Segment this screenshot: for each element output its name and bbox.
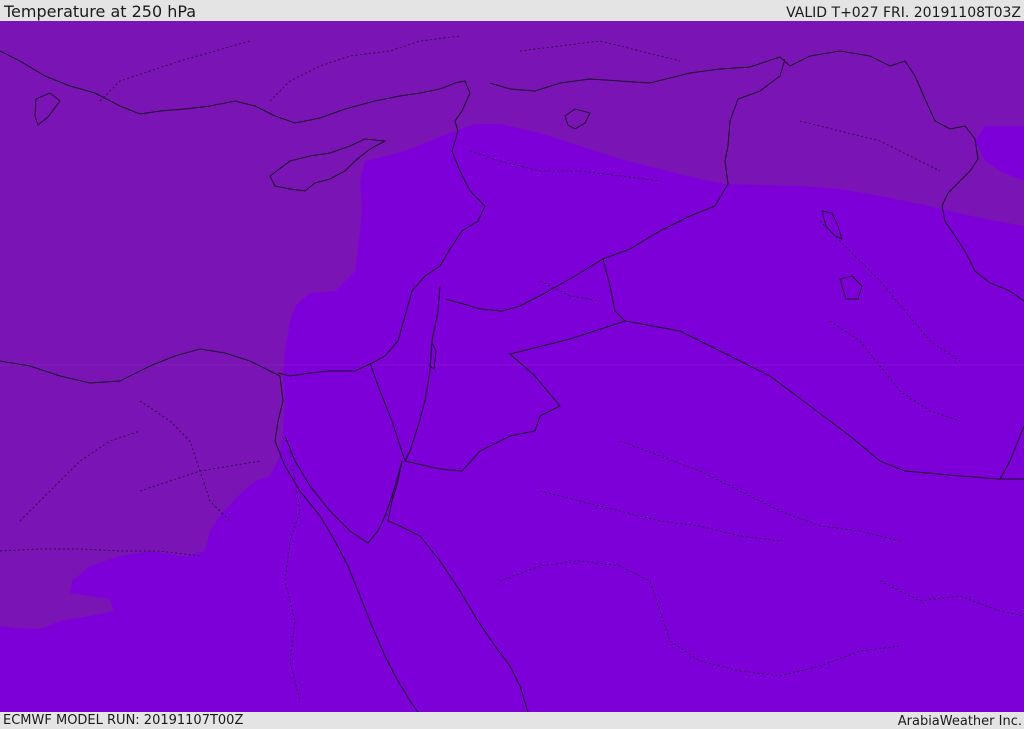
map-canvas xyxy=(0,21,1024,712)
map-title: Temperature at 250 hPa xyxy=(4,2,197,21)
credit-label: ArabiaWeather Inc. xyxy=(897,714,1022,729)
footer-bar: ECMWF MODEL RUN: 20191107T00Z ArabiaWeat… xyxy=(0,712,1024,729)
model-run-label: ECMWF MODEL RUN: 20191107T00Z xyxy=(3,713,244,728)
header-bar: Temperature at 250 hPa VALID T+027 FRI. … xyxy=(0,0,1024,21)
valid-time-label: VALID T+027 FRI. 20191108T03Z xyxy=(786,5,1021,21)
weather-map[interactable] xyxy=(0,21,1024,712)
